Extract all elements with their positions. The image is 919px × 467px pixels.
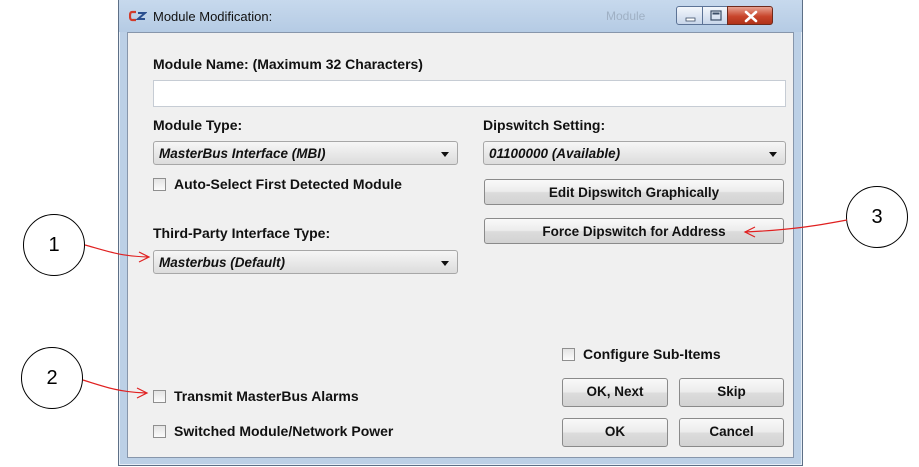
callout-3-arrow bbox=[743, 219, 848, 238]
callout-arrows bbox=[82, 219, 848, 399]
callout-1-arrow bbox=[84, 244, 151, 263]
callout-2-arrow bbox=[82, 379, 149, 399]
